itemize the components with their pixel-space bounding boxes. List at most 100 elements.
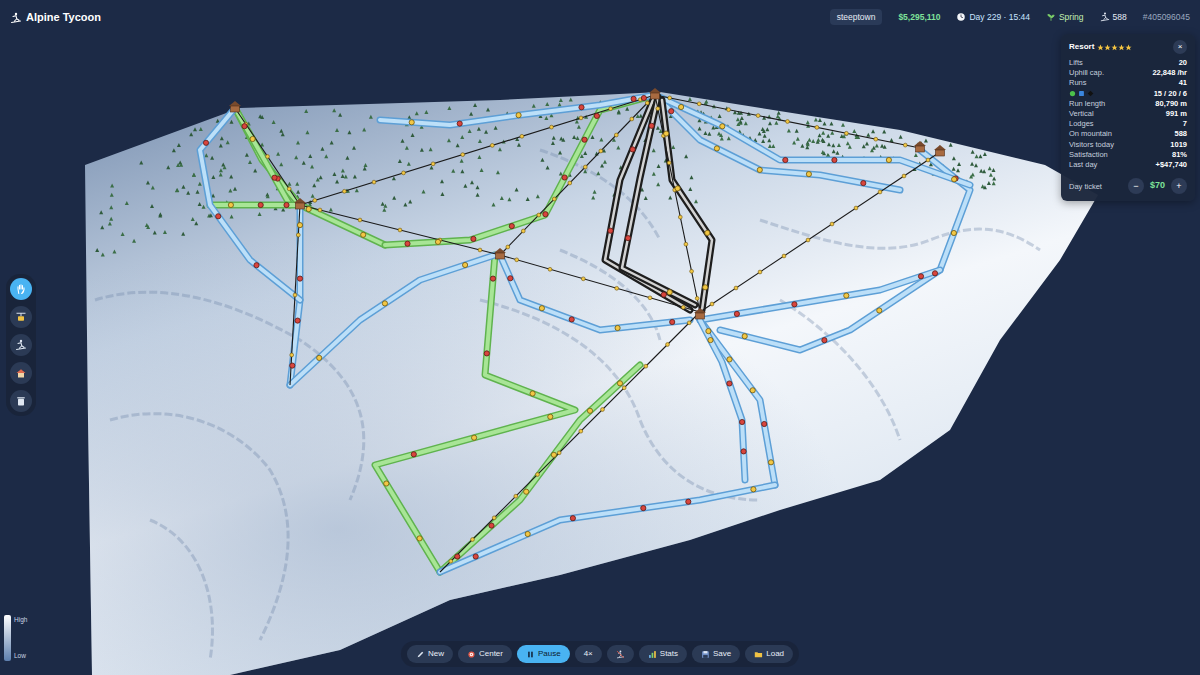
skier	[551, 452, 556, 457]
ski-run[interactable]	[700, 320, 745, 480]
tree	[982, 169, 986, 173]
ski-run[interactable]	[700, 320, 775, 485]
lift-cable[interactable]	[235, 108, 300, 205]
run-skiers	[664, 131, 710, 290]
tree	[826, 153, 830, 157]
tree	[684, 154, 688, 158]
sprout-icon	[1046, 12, 1056, 22]
button-label: 4×	[584, 648, 593, 660]
ski-run[interactable]	[700, 270, 940, 320]
skiers	[203, 95, 958, 563]
lift-cable[interactable]	[440, 312, 700, 572]
stat-row: Visitors today1019	[1069, 140, 1187, 150]
price-up-button[interactable]: +	[1171, 178, 1187, 194]
lift-cable[interactable]	[655, 95, 920, 148]
skier	[631, 96, 636, 101]
tree	[345, 156, 349, 160]
pan-tool[interactable]	[10, 278, 32, 300]
run-surface	[200, 108, 300, 300]
run-skiers	[242, 124, 366, 238]
lodge[interactable]	[649, 88, 661, 99]
center-button[interactable]: Center	[458, 645, 512, 663]
save-button[interactable]: Save	[692, 645, 740, 663]
ski-run[interactable]	[655, 95, 970, 185]
lift-cable[interactable]	[500, 95, 655, 255]
lodge-tool[interactable]	[10, 362, 32, 384]
chair	[521, 229, 525, 233]
tree	[545, 102, 549, 106]
lift-cable[interactable]	[655, 95, 700, 312]
ski-run[interactable]	[380, 95, 655, 125]
tree	[671, 145, 675, 149]
skier	[587, 408, 592, 413]
app-title: Alpine Tycoon	[26, 9, 101, 26]
skier	[720, 124, 725, 129]
tree	[841, 123, 845, 127]
tree	[153, 231, 157, 235]
chair	[520, 134, 524, 138]
tree	[707, 132, 711, 136]
tree	[219, 173, 223, 177]
terrain-shade	[85, 92, 1098, 675]
lodge[interactable]	[914, 141, 926, 152]
ski-run[interactable]	[662, 100, 712, 310]
lodge[interactable]	[934, 145, 946, 156]
lodge[interactable]	[229, 101, 241, 112]
skier	[435, 239, 440, 244]
lift-cable[interactable]	[300, 205, 500, 255]
tree	[992, 168, 996, 172]
lift-tool[interactable]	[10, 306, 32, 328]
ski-run[interactable]	[235, 108, 290, 205]
skier	[594, 113, 599, 118]
speed-button[interactable]: 4×	[575, 645, 602, 663]
load-button[interactable]: Load	[745, 645, 793, 663]
ski-run[interactable]	[440, 485, 775, 572]
lift-cable[interactable]	[500, 255, 700, 312]
lodge[interactable]	[694, 308, 706, 319]
tree	[403, 203, 407, 207]
lift-cable[interactable]	[290, 205, 300, 385]
skier	[361, 232, 366, 237]
tree	[899, 135, 903, 139]
ski-run[interactable]	[720, 150, 970, 350]
lodge-wall	[231, 106, 240, 112]
skier	[664, 131, 669, 136]
tree	[974, 163, 978, 167]
tree	[880, 144, 884, 148]
tree	[330, 140, 334, 144]
lodge[interactable]	[494, 248, 506, 259]
chair	[402, 171, 406, 175]
ski-run[interactable]	[235, 108, 385, 245]
run-tool[interactable]	[10, 334, 32, 356]
close-button[interactable]: ×	[1173, 40, 1187, 54]
stats-button[interactable]: Stats	[639, 645, 687, 663]
pause-icon	[526, 650, 535, 659]
ski-run[interactable]	[440, 365, 640, 572]
delete-tool[interactable]	[10, 390, 32, 412]
stat-town[interactable]: steeptown	[830, 9, 883, 26]
ski-run[interactable]	[200, 108, 300, 300]
price-down-button[interactable]: −	[1128, 178, 1144, 194]
tree	[163, 230, 167, 234]
tree	[369, 115, 373, 119]
tree	[831, 143, 835, 147]
ski-run[interactable]	[290, 255, 495, 385]
chair	[666, 343, 670, 347]
lift-cable[interactable]	[300, 95, 655, 205]
terrain[interactable]	[85, 92, 1098, 675]
skier	[861, 181, 866, 186]
toggle-skiers-button[interactable]	[607, 645, 634, 663]
resort-panel: Resort×Lifts20Uphill cap.22,848 /hrRuns4…	[1061, 34, 1195, 201]
run-skiers	[742, 176, 958, 343]
new-button[interactable]: New	[407, 645, 453, 663]
tree	[870, 148, 874, 152]
tree	[381, 202, 385, 206]
terrain-surface[interactable]	[85, 92, 1098, 675]
skier	[539, 306, 544, 311]
lift-cable[interactable]	[700, 152, 940, 312]
resort-map[interactable]	[0, 0, 1200, 675]
lodge[interactable]	[294, 198, 306, 209]
tree	[332, 108, 336, 112]
lodges	[229, 88, 946, 319]
pause-button[interactable]: Pause	[517, 645, 570, 663]
